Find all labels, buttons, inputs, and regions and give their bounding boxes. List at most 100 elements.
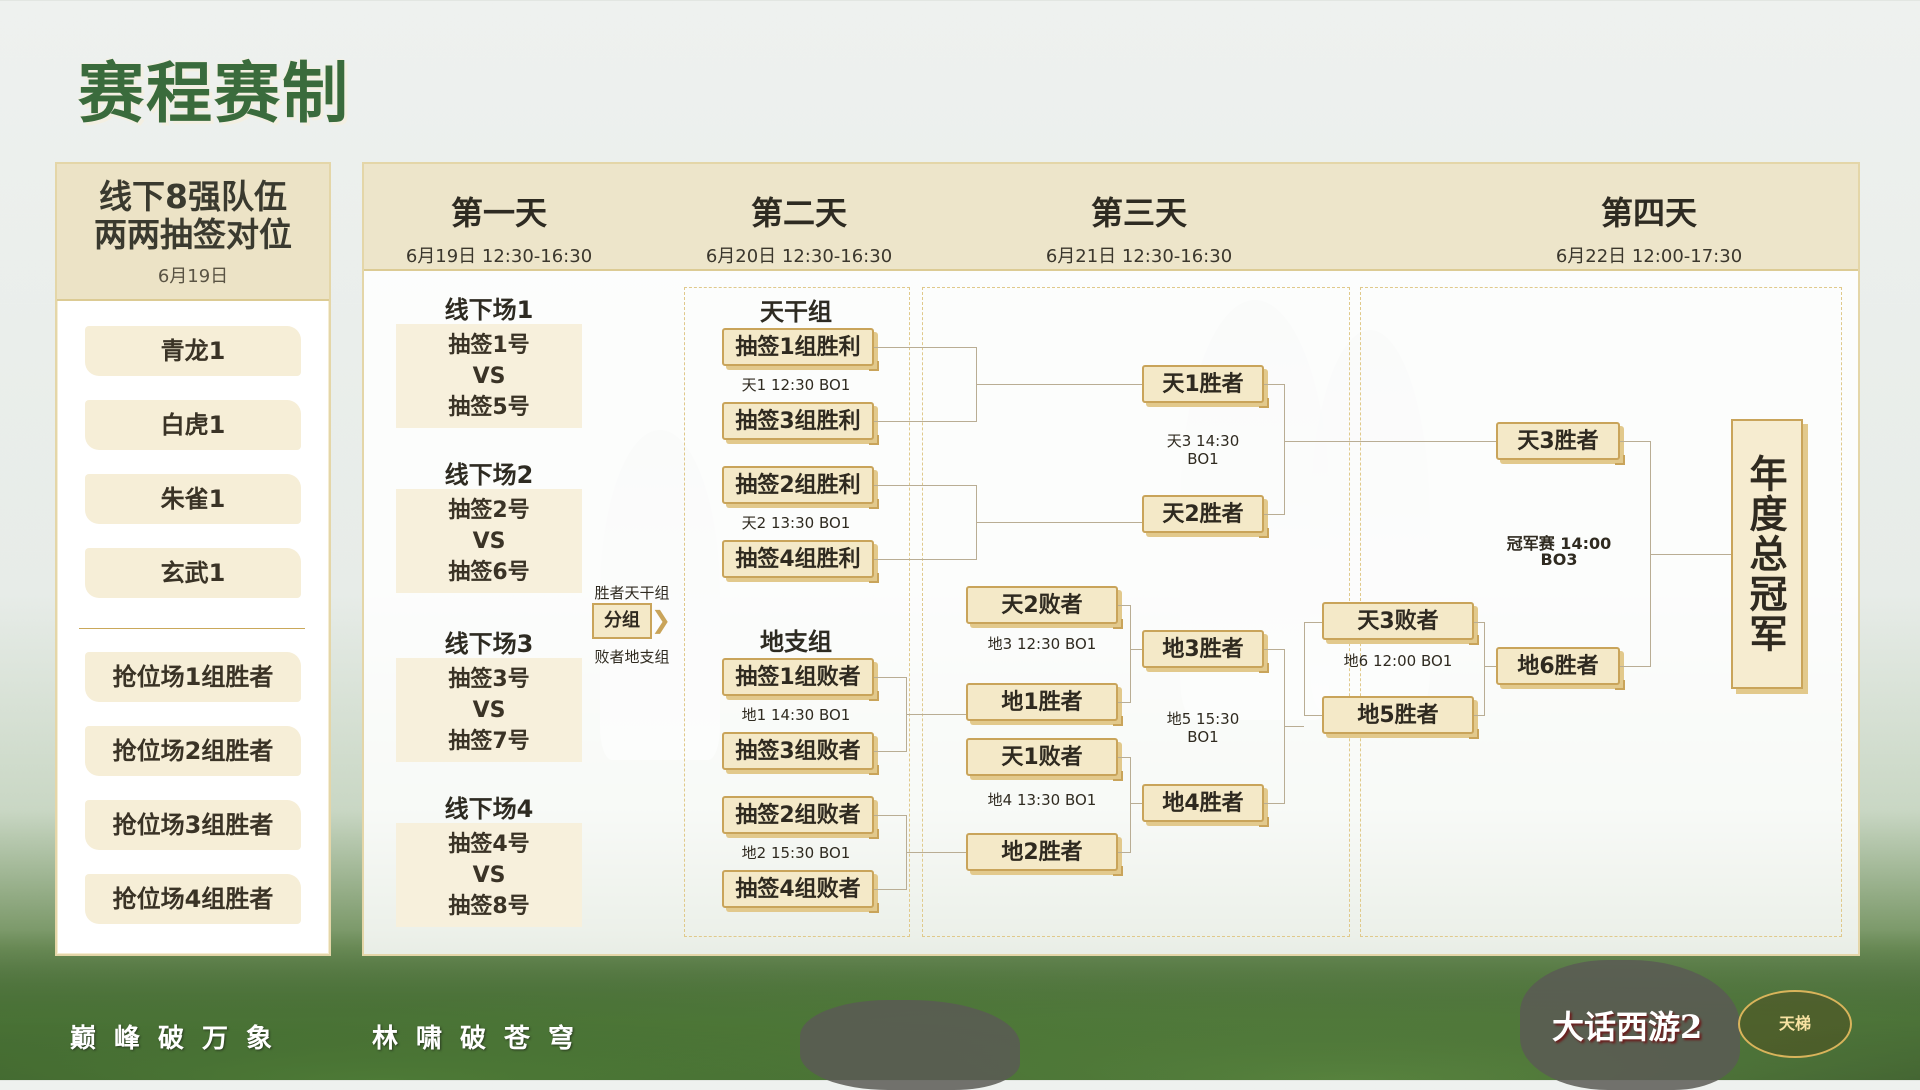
rock-decoration: [800, 1000, 1020, 1090]
connector-line: [1118, 702, 1130, 703]
tiangan-group-title: 天干组: [760, 298, 832, 326]
vs-label: VS: [472, 698, 506, 723]
day-name: 第四天: [1600, 194, 1697, 232]
team-item: 朱雀1: [85, 474, 301, 524]
match-info: 天3 14:30: [1166, 432, 1240, 450]
draw-slot: 抽签1号: [448, 333, 530, 358]
match-info: BO1: [1187, 450, 1219, 468]
connector-line: [976, 384, 1164, 385]
team-item: 青龙1: [85, 326, 301, 376]
connector-line: [1620, 666, 1650, 667]
day-name: 第一天: [450, 194, 547, 232]
match-info: 地1 14:30 BO1: [741, 706, 851, 724]
draw-slot: 抽签8号: [448, 894, 530, 919]
connector-line: [1620, 441, 1650, 442]
bracket-slot: 抽签3组胜利: [722, 402, 879, 445]
connector-line: [1304, 622, 1305, 716]
bracket-slot: 天1败者: [966, 738, 1123, 781]
bracket-slot: 抽签2组胜利: [722, 466, 879, 509]
qualifier-item: 抢位场2组胜者: [85, 726, 301, 776]
match-info: BO3: [1540, 550, 1578, 569]
connector-line: [1118, 757, 1130, 758]
draw-slot: 抽签4号: [448, 832, 530, 857]
match-info: 天1 12:30 BO1: [741, 376, 851, 394]
divider: [79, 628, 305, 629]
connector-line: [1474, 715, 1484, 716]
connector-line: [1484, 622, 1485, 716]
qualifier-item: 抢位场4组胜者: [85, 874, 301, 924]
connector-line: [1474, 622, 1484, 623]
match-info: BO1: [1187, 728, 1219, 746]
bracket-slot: 地6胜者: [1496, 647, 1625, 690]
day-1-header: 第一天 6月19日 12:30-16:30: [369, 164, 629, 268]
connector-line: [874, 559, 976, 560]
connector-line: [1130, 757, 1131, 853]
connector-line: [874, 677, 906, 678]
day-time: 6月19日 12:30-16:30: [405, 246, 593, 267]
connector-line: [1130, 803, 1142, 804]
connector-line: [1118, 852, 1130, 853]
split-winner-note: 胜者天干组: [594, 584, 670, 602]
connector-line: [1284, 384, 1285, 515]
bracket-slot: 抽签1组败者: [722, 658, 879, 701]
seed-teams-heading-line1: 线下8强队伍: [99, 177, 287, 216]
bracket-slot: 天3败者: [1322, 602, 1479, 645]
connector-line: [1284, 726, 1304, 727]
draw-slot: 抽签6号: [448, 560, 530, 585]
match-info: 地6 12:00 BO1: [1343, 652, 1453, 670]
day-time: 6月20日 12:30-16:30: [705, 246, 893, 267]
qualifier-item: 抢位场1组胜者: [85, 652, 301, 702]
connector-line: [874, 751, 906, 752]
match-card: 抽签3号 VS 抽签7号: [396, 658, 582, 762]
draw-slot: 抽签7号: [448, 729, 530, 754]
bracket-slot: 抽签1组胜利: [722, 328, 879, 371]
bracket-slot: 天3胜者: [1496, 422, 1625, 465]
match-label: 线下场1: [444, 296, 534, 324]
draw-slot: 抽签5号: [448, 395, 530, 420]
day-2-header: 第二天 6月20日 12:30-16:30: [669, 164, 929, 268]
connector-line: [1304, 622, 1322, 623]
dizhi-group-title: 地支组: [760, 628, 832, 656]
connector-line: [1264, 803, 1284, 804]
connector-line: [976, 522, 1164, 523]
bracket-slot: 地4胜者: [1142, 784, 1269, 827]
match-info: 地2 15:30 BO1: [741, 844, 851, 862]
split-loser-note: 败者地支组: [594, 648, 670, 666]
page-title: 赛程赛制: [78, 55, 350, 132]
bracket-slot: 地3胜者: [1142, 630, 1269, 673]
match-card: 抽签1号 VS 抽签5号: [396, 324, 582, 428]
match-info: 地4 13:30 BO1: [987, 791, 1097, 809]
qualifier-item: 抢位场3组胜者: [85, 800, 301, 850]
vs-label: VS: [472, 863, 506, 888]
bracket-slot: 天2败者: [966, 586, 1123, 629]
connector-line: [1304, 715, 1322, 716]
connector-line: [906, 852, 966, 853]
connector-line: [1130, 605, 1131, 703]
group-split-badge: 分组: [592, 603, 652, 639]
connector-line: [874, 347, 976, 348]
connector-line: [1264, 514, 1284, 515]
connector-line: [1130, 649, 1142, 650]
annual-champion: 年度总冠军: [1731, 419, 1803, 689]
bracket-slot: 抽签2组败者: [722, 796, 879, 839]
connector-line: [1264, 649, 1284, 650]
bracket-slot: 地2胜者: [966, 833, 1123, 876]
connector-line: [906, 714, 966, 715]
game-logo: 大话西游2: [1552, 1008, 1703, 1046]
arrow-right-icon: ❯: [651, 606, 672, 634]
connector-line: [1484, 666, 1496, 667]
match-card: 抽签2号 VS 抽签6号: [396, 489, 582, 593]
bracket-slot: 天1胜者: [1142, 365, 1269, 408]
connector-line: [1650, 554, 1731, 555]
bracket-slot: 地1胜者: [966, 683, 1123, 726]
connector-line: [1118, 605, 1130, 606]
connector-line: [874, 815, 906, 816]
match-info: 地3 12:30 BO1: [987, 635, 1097, 653]
day-name: 第二天: [750, 194, 847, 232]
connector-line: [874, 485, 976, 486]
match-info: 地5 15:30: [1166, 710, 1240, 728]
seed-teams-date: 6月19日: [157, 266, 229, 287]
seed-teams-header: 线下8强队伍 两两抽签对位 6月19日: [57, 164, 329, 301]
match-label: 线下场4: [444, 795, 534, 823]
slogan-1: 巅峰破万象: [70, 1024, 291, 1054]
